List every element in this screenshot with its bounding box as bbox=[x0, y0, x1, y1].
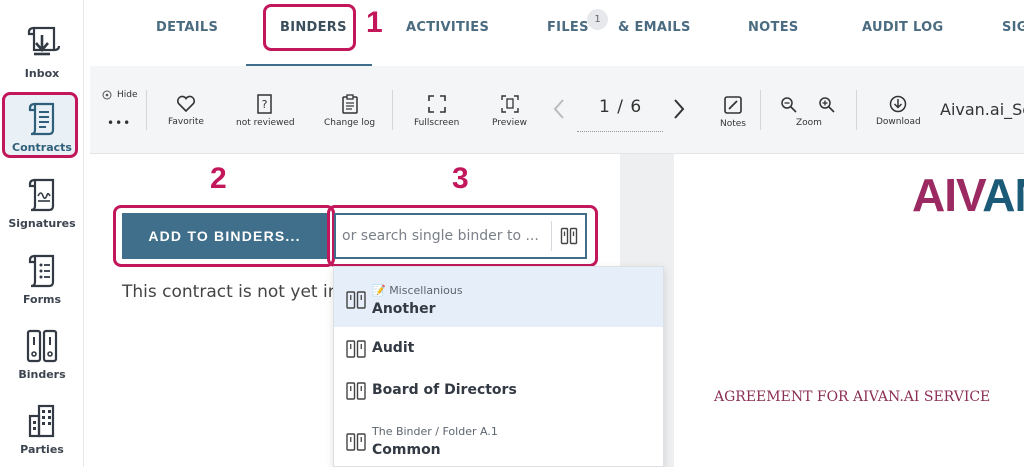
next-page-button[interactable] bbox=[672, 98, 686, 120]
toolbar-divider bbox=[760, 90, 761, 130]
not-reviewed-label: not reviewed bbox=[236, 118, 295, 128]
dropdown-item-name: Another bbox=[372, 301, 436, 317]
sidebar-item-label: Inbox bbox=[24, 67, 60, 80]
fullscreen-button[interactable]: Fullscreen bbox=[414, 94, 459, 128]
download-icon bbox=[890, 95, 907, 113]
dropdown-item-name: Common bbox=[372, 442, 441, 458]
change-log-button[interactable]: Change log bbox=[324, 94, 375, 128]
fullscreen-label: Fullscreen bbox=[414, 118, 460, 128]
tab-notes[interactable]: NOTES bbox=[748, 20, 799, 35]
tab-audit-log[interactable]: AUDIT LOG bbox=[862, 20, 943, 35]
document-title: AGREEMENT FOR AIVAN.AI SERVICE bbox=[714, 389, 991, 405]
dropdown-item-parent: The Binder / Folder A.1 bbox=[372, 425, 498, 438]
sidebar-item-label: Binders bbox=[18, 368, 66, 381]
sidebar-item-label: Parties bbox=[20, 443, 64, 456]
inbox-icon bbox=[27, 26, 61, 56]
preview-icon bbox=[500, 95, 519, 113]
tab-activities[interactable]: ACTIVITIES bbox=[406, 20, 489, 35]
toolbar-divider bbox=[146, 90, 147, 130]
dropdown-item-name: Board of Directors bbox=[372, 382, 517, 398]
app-root: Inbox Contracts Signatures Forms Binders… bbox=[0, 0, 1024, 467]
hide-toolbar-toggle[interactable]: Hide bbox=[102, 90, 138, 100]
tab-emails[interactable]: & EMAILS bbox=[618, 20, 691, 35]
dropdown-item[interactable]: The Binder / Folder A.1 Common bbox=[334, 411, 663, 466]
step-number-1: 1 bbox=[366, 6, 383, 39]
tab-bar: DETAILS BINDERS ACTIVITIES FILES & EMAIL… bbox=[84, 0, 1024, 66]
binders-icon bbox=[26, 329, 58, 363]
binder-icon bbox=[346, 340, 366, 358]
page-indicator: 1 / 6 bbox=[599, 97, 643, 117]
binder-icon bbox=[346, 382, 366, 400]
binder-icon bbox=[346, 433, 366, 451]
sidebar-item-inbox[interactable]: Inbox bbox=[0, 24, 84, 80]
dropdown-item[interactable]: Audit bbox=[334, 327, 663, 369]
document-toolbar: Hide ••• Favorite ? not reviewed Change … bbox=[90, 66, 1024, 154]
sidebar-item-binders[interactable]: Binders bbox=[0, 327, 84, 381]
zoom-out-button[interactable] bbox=[780, 96, 798, 114]
binder-search-box bbox=[334, 213, 587, 259]
favorite-button[interactable]: Favorite bbox=[168, 95, 204, 127]
chevron-left-icon bbox=[553, 99, 564, 119]
binder-icon bbox=[346, 291, 366, 309]
step-number-3: 3 bbox=[452, 162, 469, 195]
download-button[interactable]: Download bbox=[876, 95, 921, 127]
aivan-logo: AIVAN bbox=[912, 169, 1024, 221]
eye-icon bbox=[102, 90, 112, 100]
file-name: Aivan.ai_Se bbox=[940, 100, 1024, 119]
sidebar-item-label: Signatures bbox=[8, 217, 76, 230]
zoom-in-button[interactable] bbox=[818, 96, 836, 114]
tab-details[interactable]: DETAILS bbox=[156, 20, 218, 35]
add-to-binders-button[interactable]: ADD TO BINDERS... bbox=[122, 213, 327, 259]
more-options-button[interactable]: ••• bbox=[107, 116, 131, 130]
zoom-out-icon bbox=[781, 97, 797, 113]
contracts-icon bbox=[28, 102, 55, 136]
previous-page-button[interactable] bbox=[552, 98, 566, 120]
fullscreen-icon bbox=[427, 95, 446, 113]
download-label: Download bbox=[876, 117, 921, 127]
binder-suggestions-dropdown: 📝 Miscellanious Another Audit Board of D… bbox=[333, 266, 664, 467]
signatures-icon bbox=[28, 178, 55, 212]
zoom-in-icon bbox=[819, 97, 835, 113]
question-document-icon: ? bbox=[257, 94, 273, 114]
clipboard-icon bbox=[341, 94, 358, 114]
parties-icon bbox=[28, 404, 55, 438]
dropdown-item[interactable]: 📝 Miscellanious Another bbox=[334, 267, 663, 327]
tab-files[interactable]: FILES bbox=[547, 20, 589, 35]
binder-icon[interactable] bbox=[560, 227, 578, 245]
heart-icon bbox=[176, 95, 196, 113]
sidebar-item-parties[interactable]: Parties bbox=[0, 402, 84, 456]
sidebar-item-label: Forms bbox=[22, 293, 62, 306]
change-log-label: Change log bbox=[324, 118, 376, 128]
left-sidebar: Inbox Contracts Signatures Forms Binders… bbox=[0, 0, 84, 467]
toolbar-divider bbox=[856, 90, 857, 130]
toolbar-divider bbox=[392, 90, 393, 130]
sidebar-item-label: Contracts bbox=[12, 141, 72, 154]
review-status-button[interactable]: ? not reviewed bbox=[236, 94, 295, 128]
notes-button[interactable]: Notes bbox=[720, 95, 746, 129]
favorite-label: Favorite bbox=[168, 117, 204, 127]
forms-icon bbox=[28, 254, 55, 288]
dropdown-item[interactable]: Board of Directors bbox=[334, 369, 663, 411]
zoom-label: Zoom bbox=[796, 118, 822, 128]
chevron-right-icon bbox=[674, 99, 685, 119]
dropdown-item-parent: 📝 Miscellanious bbox=[372, 284, 463, 297]
search-divider bbox=[551, 221, 552, 251]
sidebar-item-contracts[interactable]: Contracts bbox=[0, 100, 84, 154]
page-indicator-underline bbox=[577, 131, 663, 132]
binders-tab-highlight-box bbox=[263, 4, 356, 51]
notes-label: Notes bbox=[720, 119, 746, 129]
tab-signatures[interactable]: SIG bbox=[1002, 20, 1024, 35]
preview-button[interactable]: Preview bbox=[492, 94, 527, 128]
sidebar-item-forms[interactable]: Forms bbox=[0, 252, 84, 306]
files-count-badge: 1 bbox=[587, 9, 608, 30]
binder-search-input[interactable] bbox=[342, 225, 548, 247]
sidebar-item-signatures[interactable]: Signatures bbox=[0, 176, 84, 230]
not-in-binder-message: This contract is not yet in bbox=[122, 282, 339, 302]
notes-icon bbox=[724, 96, 742, 114]
step-number-2: 2 bbox=[210, 162, 227, 195]
hide-label: Hide bbox=[117, 90, 138, 100]
svg-text:?: ? bbox=[262, 98, 268, 111]
preview-label: Preview bbox=[492, 118, 528, 128]
dropdown-item-name: Audit bbox=[372, 340, 415, 356]
